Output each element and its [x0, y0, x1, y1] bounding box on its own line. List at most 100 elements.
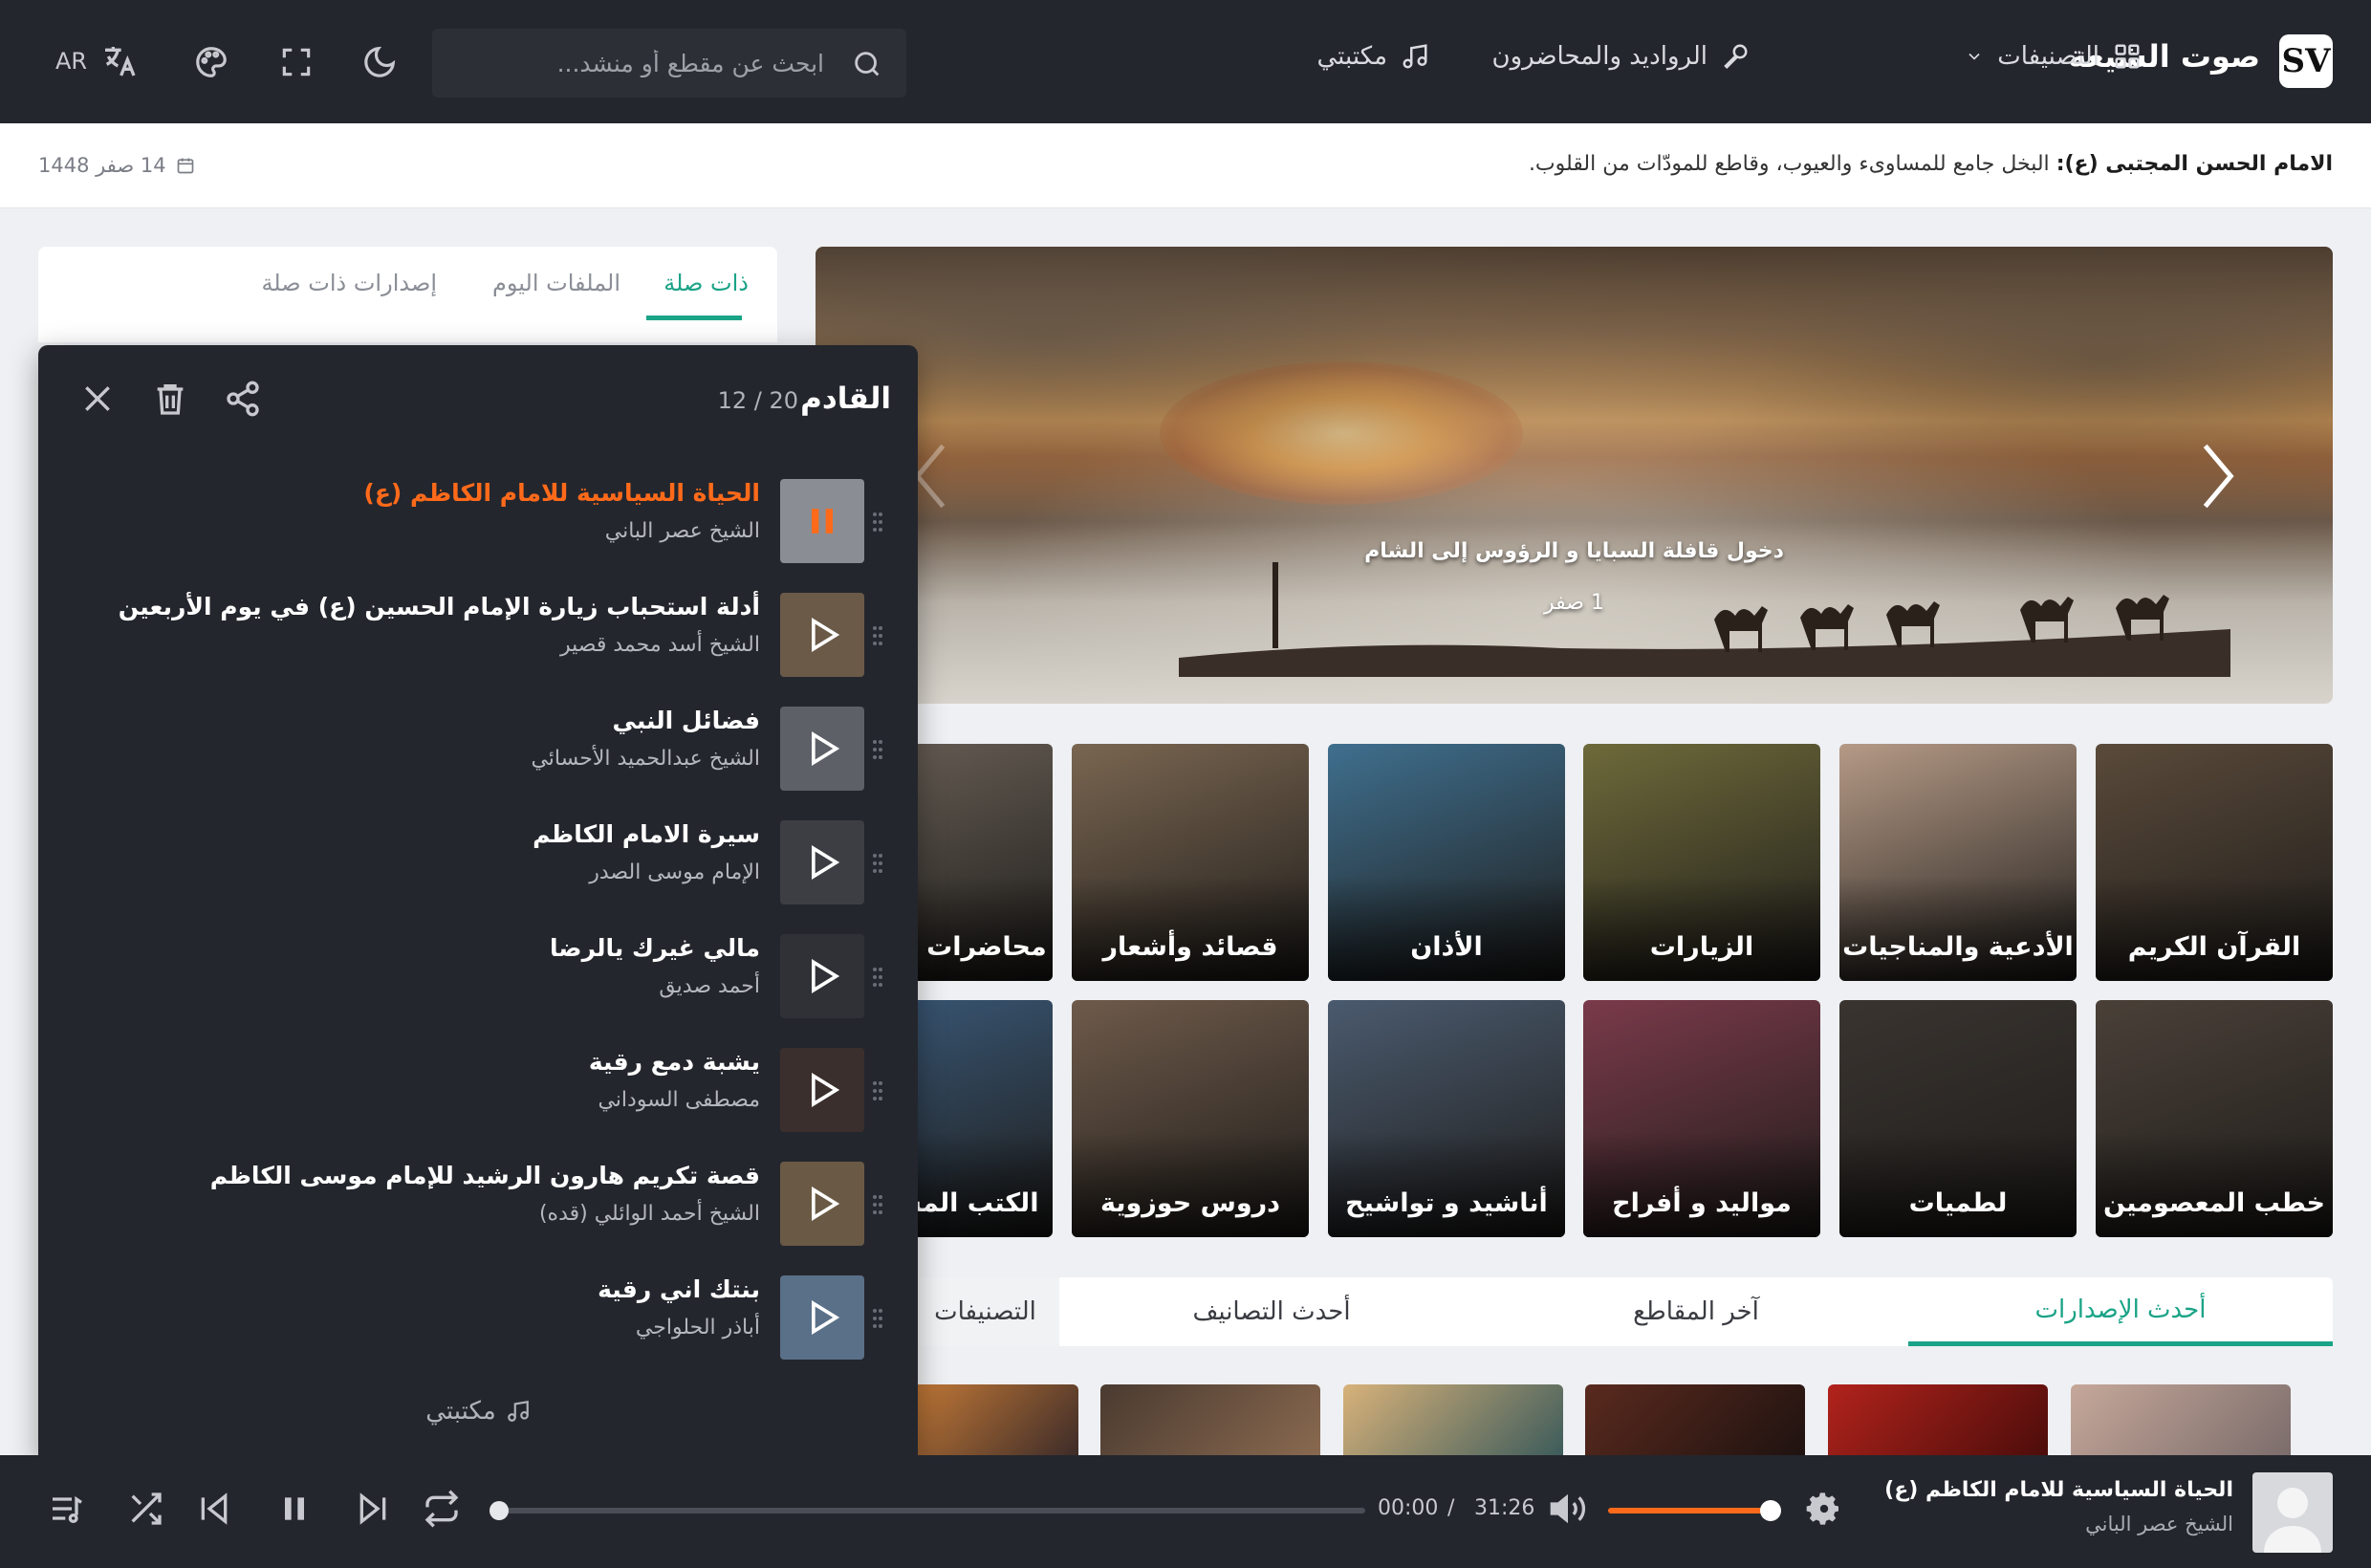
release-thumbnail[interactable]	[1343, 1384, 1563, 1461]
progress-bar[interactable]	[497, 1508, 1365, 1514]
category-tile-hawza-lessons[interactable]: دروس حوزوية	[1072, 1000, 1309, 1237]
hero-slider[interactable]: دخول قافلة السبايا و الرؤوس إلى الشام 1 …	[816, 247, 2333, 704]
queue-library-link[interactable]: مكتبتي	[38, 1397, 918, 1426]
category-tile-nasheeds[interactable]: أناشيد و تواشيح	[1328, 1000, 1565, 1237]
caravan-silhouette	[1179, 562, 2230, 677]
queue-item-title: فضائل النبي	[612, 707, 760, 734]
now-playing-thumbnail[interactable]	[2252, 1472, 2333, 1553]
shuffle-icon[interactable]	[126, 1490, 164, 1528]
queue-thumbnail[interactable]	[780, 934, 864, 1018]
play-icon[interactable]	[801, 841, 843, 883]
queue-item[interactable]: قصة تكريم هارون الرشيد للإمام موسى الكاظ…	[38, 1152, 918, 1265]
repeat-icon[interactable]	[423, 1490, 461, 1528]
queue-item[interactable]: الحياة السياسية للامام الكاظم (ع) الشيخ …	[38, 469, 918, 582]
tab-related[interactable]: ذات صلة	[663, 270, 749, 296]
language-code: AR	[55, 48, 88, 75]
queue-item[interactable]: مالي غيرك يالرضا أحمد صديق	[38, 925, 918, 1037]
queue-list-icon[interactable]	[48, 1490, 86, 1528]
nav-library-label: مكتبتي	[1316, 42, 1388, 71]
palette-icon[interactable]	[193, 44, 229, 80]
drag-handle-icon[interactable]	[872, 1080, 883, 1101]
close-icon[interactable]	[78, 380, 117, 418]
tab-categories[interactable]: التصنيفات	[911, 1277, 1059, 1346]
settings-gear-icon[interactable]	[1805, 1490, 1843, 1528]
category-tile-ziyarat[interactable]: الزيارات	[1583, 744, 1820, 981]
category-tile-quran[interactable]: القرآن الكريم	[2096, 744, 2333, 981]
category-tile-celebrations[interactable]: مواليد و أفراح	[1583, 1000, 1820, 1237]
nav-categories[interactable]: التصنيفات	[1965, 42, 2142, 71]
category-label: الأدعية والمناجيات	[1842, 932, 2074, 962]
queue-thumbnail[interactable]	[780, 1048, 864, 1132]
play-icon[interactable]	[801, 1183, 843, 1225]
volume-icon[interactable]	[1549, 1490, 1587, 1528]
nav-speakers[interactable]: الرواديد والمحاضرون	[1491, 42, 1750, 71]
queue-thumbnail[interactable]	[780, 479, 864, 563]
trash-icon[interactable]	[151, 380, 189, 418]
queue-item[interactable]: يشبة دمع رقية مصطفى السوداني	[38, 1038, 918, 1151]
share-icon[interactable]	[224, 380, 262, 418]
release-thumbnail[interactable]	[2071, 1384, 2291, 1461]
dark-mode-moon-icon[interactable]	[361, 44, 398, 80]
queue-thumbnail[interactable]	[780, 820, 864, 904]
play-icon[interactable]	[801, 1069, 843, 1111]
search-icon[interactable]	[851, 48, 883, 80]
drag-handle-icon[interactable]	[872, 739, 883, 760]
now-playing-artist[interactable]: الشيخ عصر الباني	[2085, 1513, 2233, 1535]
queue-item[interactable]: بنتك اني رقية أباذر الحلواجي	[38, 1266, 918, 1379]
nav-library[interactable]: مكتبتي	[1317, 42, 1430, 71]
tab-related-releases[interactable]: إصدارات ذات صلة	[261, 270, 437, 296]
queue-item-artist: الشيخ عصر الباني	[604, 519, 760, 543]
tab-latest-categories[interactable]: أحدث التصانيف	[1059, 1277, 1484, 1346]
pause-icon[interactable]	[275, 1490, 314, 1528]
tab-latest-releases[interactable]: أحدث الإصدارات	[1908, 1277, 2333, 1346]
category-tile-adhan[interactable]: الأذان	[1328, 744, 1565, 981]
tile-shade	[2096, 876, 2333, 981]
tab-latest-clips[interactable]: آخر المقاطع	[1484, 1277, 1908, 1346]
category-tile-poems[interactable]: قصائد وأشعار	[1072, 744, 1309, 981]
queue-item-title: الحياة السياسية للامام الكاظم (ع)	[363, 479, 760, 507]
drag-handle-icon[interactable]	[872, 625, 883, 646]
queue-item[interactable]: أدلة استحباب زيارة الإمام الحسين (ع) في …	[38, 583, 918, 696]
release-thumbnail[interactable]	[1100, 1384, 1320, 1461]
drag-handle-icon[interactable]	[872, 1194, 883, 1215]
queue-thumbnail[interactable]	[780, 1162, 864, 1246]
category-tile-sermons[interactable]: خطب المعصومين	[2096, 1000, 2333, 1237]
tab-today-files[interactable]: الملفات اليوم	[492, 270, 620, 296]
category-label: أناشيد و تواشيح	[1345, 1188, 1548, 1218]
queue-thumbnail[interactable]	[780, 1275, 864, 1360]
search-box[interactable]	[432, 29, 906, 98]
volume-slider[interactable]	[1608, 1508, 1771, 1514]
drag-handle-icon[interactable]	[872, 1308, 883, 1329]
chevron-right-icon[interactable]	[2199, 443, 2237, 510]
language-switcher[interactable]: AR	[55, 42, 139, 80]
play-icon[interactable]	[801, 614, 843, 656]
release-thumbnail[interactable]	[1585, 1384, 1805, 1461]
play-icon[interactable]	[801, 955, 843, 997]
pause-icon[interactable]	[801, 500, 843, 542]
queue-thumbnail[interactable]	[780, 593, 864, 677]
queue-thumbnail[interactable]	[780, 707, 864, 791]
queue-item-title: يشبة دمع رقية	[588, 1048, 760, 1076]
daily-quote: الامام الحسن المجتبى (ع): البخل جامع للم…	[1529, 152, 2333, 176]
search-input[interactable]	[461, 29, 824, 98]
drag-handle-icon[interactable]	[872, 853, 883, 874]
category-tile-latmiyat[interactable]: لطميات	[1839, 1000, 2077, 1237]
category-tile-supplications[interactable]: الأدعية والمناجيات	[1839, 744, 2077, 981]
progress-handle[interactable]	[489, 1501, 509, 1520]
now-playing-title[interactable]: الحياة السياسية للامام الكاظم (ع)	[1884, 1478, 2233, 1502]
play-icon[interactable]	[801, 1296, 843, 1339]
fullscreen-icon[interactable]	[278, 44, 315, 80]
drag-handle-icon[interactable]	[872, 967, 883, 988]
queue-item-title: سيرة الامام الكاظم	[533, 820, 760, 848]
queue-item[interactable]: سيرة الامام الكاظم الإمام موسى الصدر	[38, 811, 918, 924]
site-logo[interactable]: SV	[2279, 34, 2333, 88]
release-thumbnail[interactable]	[1828, 1384, 2048, 1461]
play-icon[interactable]	[801, 728, 843, 770]
hijri-date: 14 صفر 1448	[38, 154, 195, 177]
previous-track-icon[interactable]	[195, 1490, 233, 1528]
queue-item[interactable]: فضائل النبي الشيخ عبدالحميد الأحسائي	[38, 697, 918, 810]
drag-handle-icon[interactable]	[872, 512, 883, 533]
volume-handle[interactable]	[1760, 1500, 1781, 1521]
next-track-icon[interactable]	[354, 1490, 392, 1528]
info-bar: الامام الحسن المجتبى (ع): البخل جامع للم…	[0, 123, 2371, 208]
